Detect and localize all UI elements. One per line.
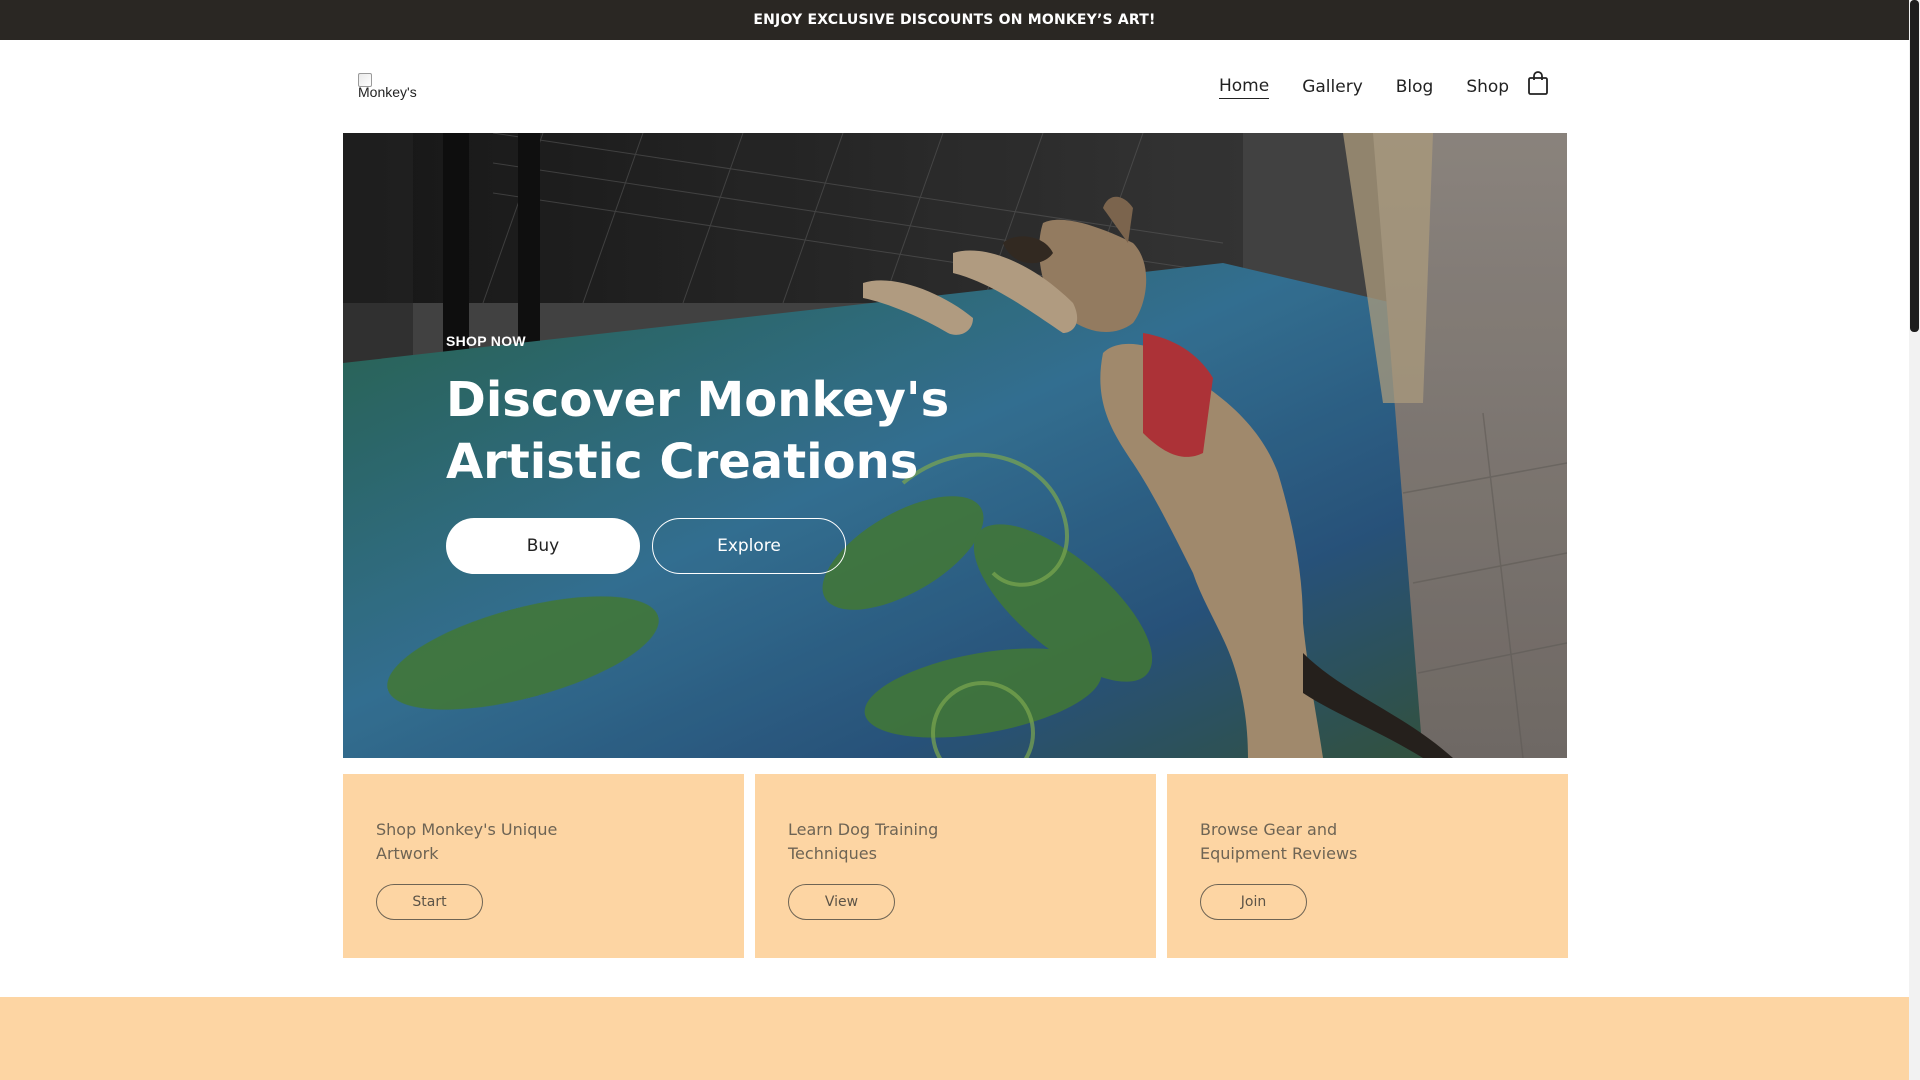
hero-title: Discover Monkey's Artistic Creations xyxy=(446,369,1006,493)
card-heading-line-2: Equipment Reviews xyxy=(1200,844,1358,863)
feature-card-shop: Shop Monkey's Unique Artwork Start xyxy=(343,774,744,958)
feature-card-training: Learn Dog Training Techniques View xyxy=(755,774,1156,958)
card-heading-line-2: Techniques xyxy=(788,844,877,863)
hero-title-line-1: Discover Monkey's xyxy=(446,372,950,428)
nav-shop[interactable]: Shop xyxy=(1466,77,1509,99)
card-heading-line-2: Artwork xyxy=(376,844,439,863)
site-logo[interactable]: Monkey's xyxy=(358,73,424,101)
announcement-bar: ENJOY EXCLUSIVE DISCOUNTS ON MONKEY’S AR… xyxy=(0,0,1909,40)
card-heading: Shop Monkey's Unique Artwork xyxy=(376,818,586,866)
card-heading: Browse Gear and Equipment Reviews xyxy=(1200,818,1410,866)
logo-alt-text: Monkey's xyxy=(358,84,417,100)
hero-content: SHOP NOW Discover Monkey's Artistic Crea… xyxy=(446,333,1006,574)
main-nav: Home Gallery Blog Shop xyxy=(1219,76,1542,99)
hero-eyebrow: SHOP NOW xyxy=(446,333,526,349)
feature-card-gear: Browse Gear and Equipment Reviews Join xyxy=(1167,774,1568,958)
buy-button[interactable]: Buy xyxy=(446,518,640,574)
nav-home[interactable]: Home xyxy=(1219,76,1270,99)
section-band xyxy=(0,997,1909,1080)
scrollbar-thumb[interactable] xyxy=(1910,0,1919,332)
hero-buttons: Buy Explore xyxy=(446,518,1006,574)
cart-button[interactable] xyxy=(1527,70,1549,96)
nav-gallery[interactable]: Gallery xyxy=(1302,77,1363,99)
start-button[interactable]: Start xyxy=(376,884,483,920)
shopping-bag-icon xyxy=(1528,71,1548,95)
explore-button[interactable]: Explore xyxy=(652,518,846,574)
announcement-text: ENJOY EXCLUSIVE DISCOUNTS ON MONKEY’S AR… xyxy=(753,12,1156,28)
card-heading: Learn Dog Training Techniques xyxy=(788,818,998,866)
join-button[interactable]: Join xyxy=(1200,884,1307,920)
card-heading-line-1: Shop Monkey's Unique xyxy=(376,820,558,839)
nav-blog[interactable]: Blog xyxy=(1396,77,1434,99)
card-heading-line-1: Browse Gear and xyxy=(1200,820,1338,839)
card-heading-line-1: Learn Dog Training xyxy=(788,820,939,839)
view-button[interactable]: View xyxy=(788,884,895,920)
site-header: Monkey's Home Gallery Blog Shop xyxy=(343,40,1567,133)
hero-title-line-2: Artistic Creations xyxy=(446,434,919,490)
hero-banner: SHOP NOW Discover Monkey's Artistic Crea… xyxy=(343,133,1567,758)
